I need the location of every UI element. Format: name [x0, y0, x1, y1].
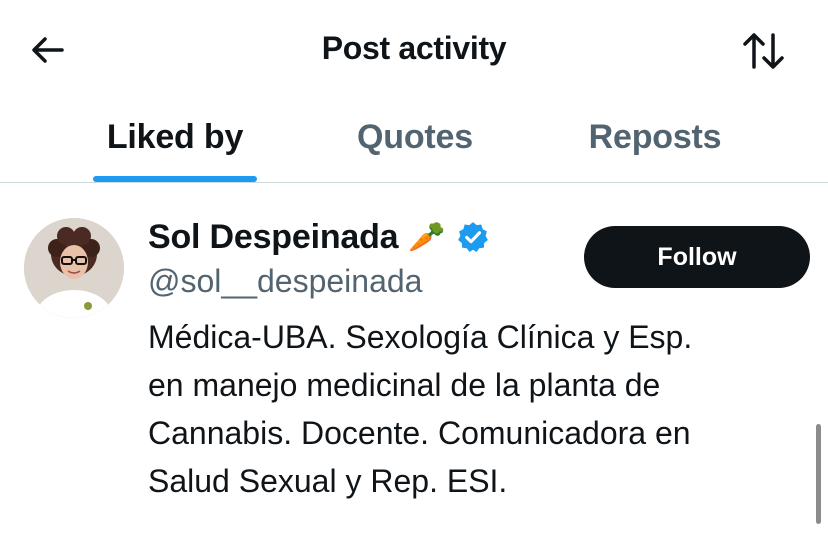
avatar[interactable] [24, 218, 124, 318]
page-title: Post activity [321, 30, 507, 66]
sort-button[interactable] [740, 30, 788, 72]
bio-line-2: en manejo medicinal de la planta de [148, 367, 661, 403]
bio-line-4: Salud Sexual y Rep. ESI. [148, 463, 508, 499]
user-list-item[interactable]: Sol Despeinada 🥕 @sol__despeinada Follow… [0, 183, 828, 540]
bio-line-1: Médica-UBA. Sexología Clínica y Esp. [148, 319, 693, 355]
user-handle[interactable]: @sol__despeinada [148, 263, 422, 300]
top-bar: Post activity [0, 0, 828, 100]
verified-badge-icon [457, 222, 488, 253]
follow-button[interactable]: Follow [584, 226, 810, 288]
tab-liked-by[interactable]: Liked by [80, 118, 270, 182]
active-tab-indicator [93, 176, 257, 182]
bio-line-3: Cannabis. Docente. Comunicadora en [148, 415, 691, 451]
user-name-line[interactable]: Sol Despeinada 🥕 [148, 215, 490, 259]
scrollbar[interactable] [816, 424, 821, 524]
user-display-name: Sol Despeinada [148, 217, 399, 256]
carrot-emoji: 🥕 [408, 220, 446, 254]
activity-tabs: Liked by Quotes Reposts [0, 100, 828, 183]
tab-reposts[interactable]: Reposts [560, 118, 750, 182]
tab-quotes[interactable]: Quotes [320, 118, 510, 182]
sort-arrows-icon [743, 33, 784, 69]
